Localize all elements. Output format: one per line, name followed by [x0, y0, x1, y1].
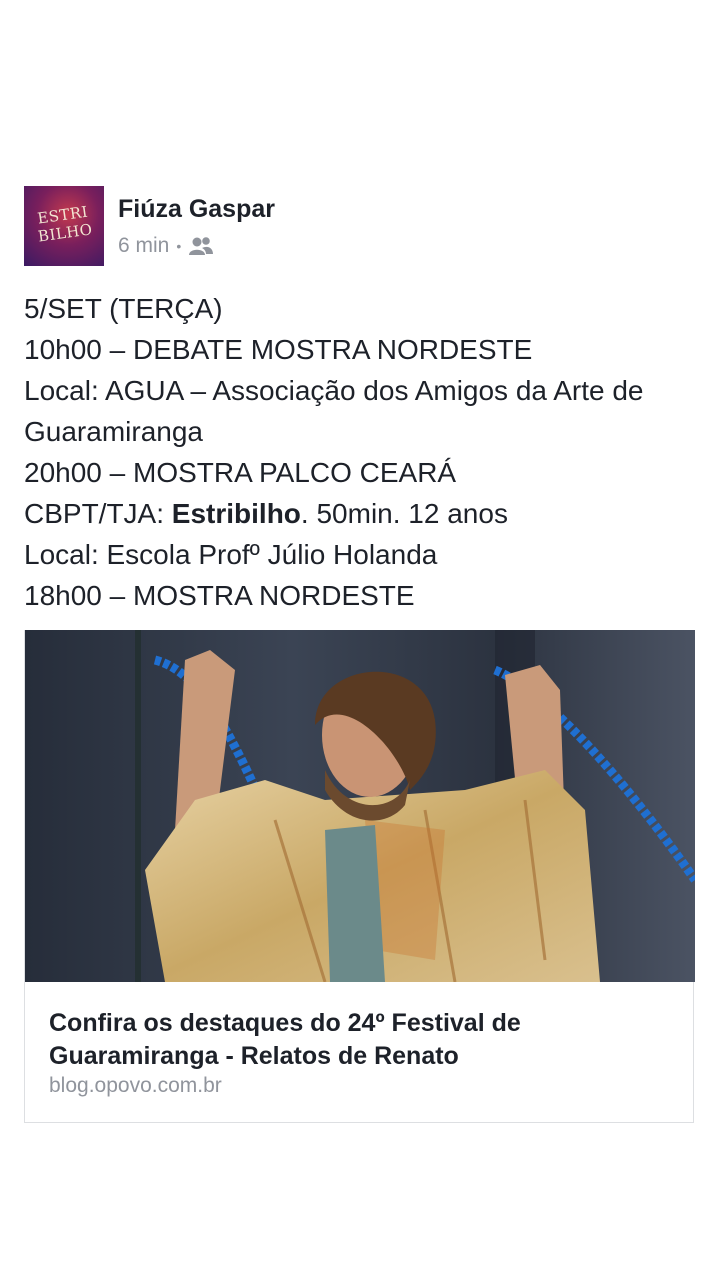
avatar[interactable]: ESTRI BILHO — [24, 186, 104, 266]
link-preview-image[interactable] — [25, 630, 695, 982]
post-meta: 6 min • — [118, 234, 214, 258]
post-text-fragment: . 50min. 12 anos — [300, 498, 508, 529]
meta-separator: • — [176, 238, 182, 254]
link-preview-title[interactable]: Confira os destaques do 24º Festival de … — [49, 1007, 669, 1073]
post-text: 5/SET (TERÇA) 10h00 – DEBATE MOSTRA NORD… — [24, 288, 704, 616]
post-line: 18h00 – MOSTRA NORDESTE — [24, 580, 415, 611]
avatar-logo-text: ESTRI BILHO — [36, 202, 94, 246]
post-line: 10h00 – DEBATE MOSTRA NORDESTE — [24, 334, 533, 365]
author-name[interactable]: Fiúza Gaspar — [118, 195, 275, 224]
post-line: 20h00 – MOSTRA PALCO CEARÁ — [24, 457, 457, 488]
facebook-post: ESTRI BILHO Fiúza Gaspar 6 min • 5/SET (… — [0, 0, 720, 1280]
post-line: 5/SET (TERÇA) — [24, 293, 223, 324]
post-text-fragment: CBPT/TJA: — [24, 498, 172, 529]
post-line: Local: AGUA – Associação dos Amigos da A… — [24, 375, 644, 447]
friends-icon[interactable] — [188, 236, 214, 256]
link-preview-card[interactable]: Confira os destaques do 24º Festival de … — [24, 630, 695, 1123]
post-line: Local: Escola Profº Júlio Holanda — [24, 539, 438, 570]
photo-performer-icon — [25, 630, 695, 982]
post-timestamp[interactable]: 6 min — [118, 234, 169, 258]
post-text-bold: Estribilho — [171, 498, 301, 529]
link-preview-domain: blog.opovo.com.br — [49, 1074, 222, 1097]
post-line: CBPT/TJA: Estribilho. 50min. 12 anos — [24, 493, 704, 534]
